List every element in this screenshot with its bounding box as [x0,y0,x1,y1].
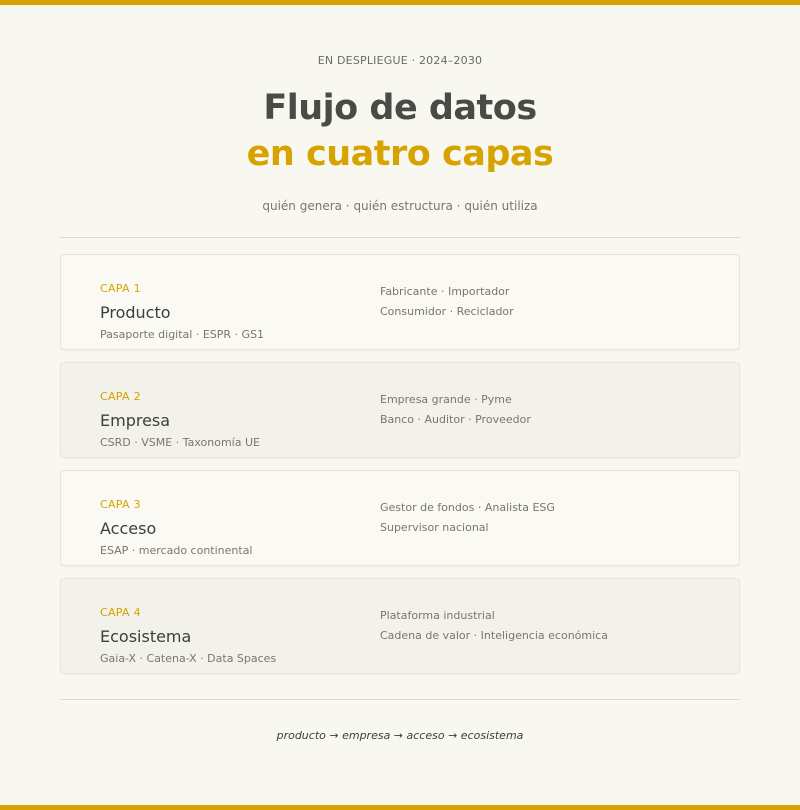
page-title-highlight: en cuatro capas [246,134,554,174]
actor-line: Banco · Auditor · Proveedor [380,413,531,426]
page-subtitle: quién genera · quién estructura · quién … [262,199,538,213]
actor-line: Supervisor nacional [380,521,489,534]
layer-list: CAPA 1 Producto Pasaporte digital · ESPR… [60,254,740,686]
layer-tag: CAPA 2 [100,390,141,403]
layer-actors: Gestor de fondos · Analista ESG Supervis… [380,498,555,538]
layer-card-ecosistema: CAPA 4 Ecosistema Gaia-X · Catena-X · Da… [60,578,740,674]
layer-actors: Fabricante · Importador Consumidor · Rec… [380,282,514,322]
layer-name: Acceso [100,519,157,538]
layer-frameworks: Gaia-X · Catena-X · Data Spaces [100,652,277,665]
layer-frameworks: ESAP · mercado continental [100,544,253,557]
page-title: Flujo de datos [263,88,537,128]
actor-line: Consumidor · Reciclador [380,305,514,318]
flow-caption: producto → empresa → acceso → ecosistema [276,729,524,742]
layer-tag: CAPA 1 [100,282,141,295]
layer-name: Ecosistema [100,627,192,646]
layer-frameworks: Pasaporte digital · ESPR · GS1 [100,328,265,341]
actor-line: Cadena de valor · Inteligencia económica [380,629,608,642]
layer-tag: CAPA 4 [100,606,141,619]
layer-name: Producto [100,303,171,322]
actor-line: Fabricante · Importador [380,285,510,298]
actor-line: Empresa grande · Pyme [380,393,512,406]
layer-card-producto: CAPA 1 Producto Pasaporte digital · ESPR… [60,254,740,350]
eyebrow-label: EN DESPLIEGUE · 2024–2030 [317,54,483,67]
layer-actors: Plataforma industrial Cadena de valor · … [380,606,608,646]
layer-frameworks: CSRD · VSME · Taxonomía UE [100,436,260,449]
layer-name: Empresa [100,411,171,430]
layer-card-empresa: CAPA 2 Empresa CSRD · VSME · Taxonomía U… [60,362,740,458]
layer-tag: CAPA 3 [100,498,141,511]
layer-card-acceso: CAPA 3 Acceso ESAP · mercado continental… [60,470,740,566]
actor-line: Plataforma industrial [380,609,495,622]
top-accent-bar [0,0,800,5]
divider-bottom [60,699,740,700]
divider-top [60,237,740,238]
bottom-accent-bar [0,805,800,810]
layer-actors: Empresa grande · Pyme Banco · Auditor · … [380,390,531,430]
actor-line: Gestor de fondos · Analista ESG [380,501,555,514]
